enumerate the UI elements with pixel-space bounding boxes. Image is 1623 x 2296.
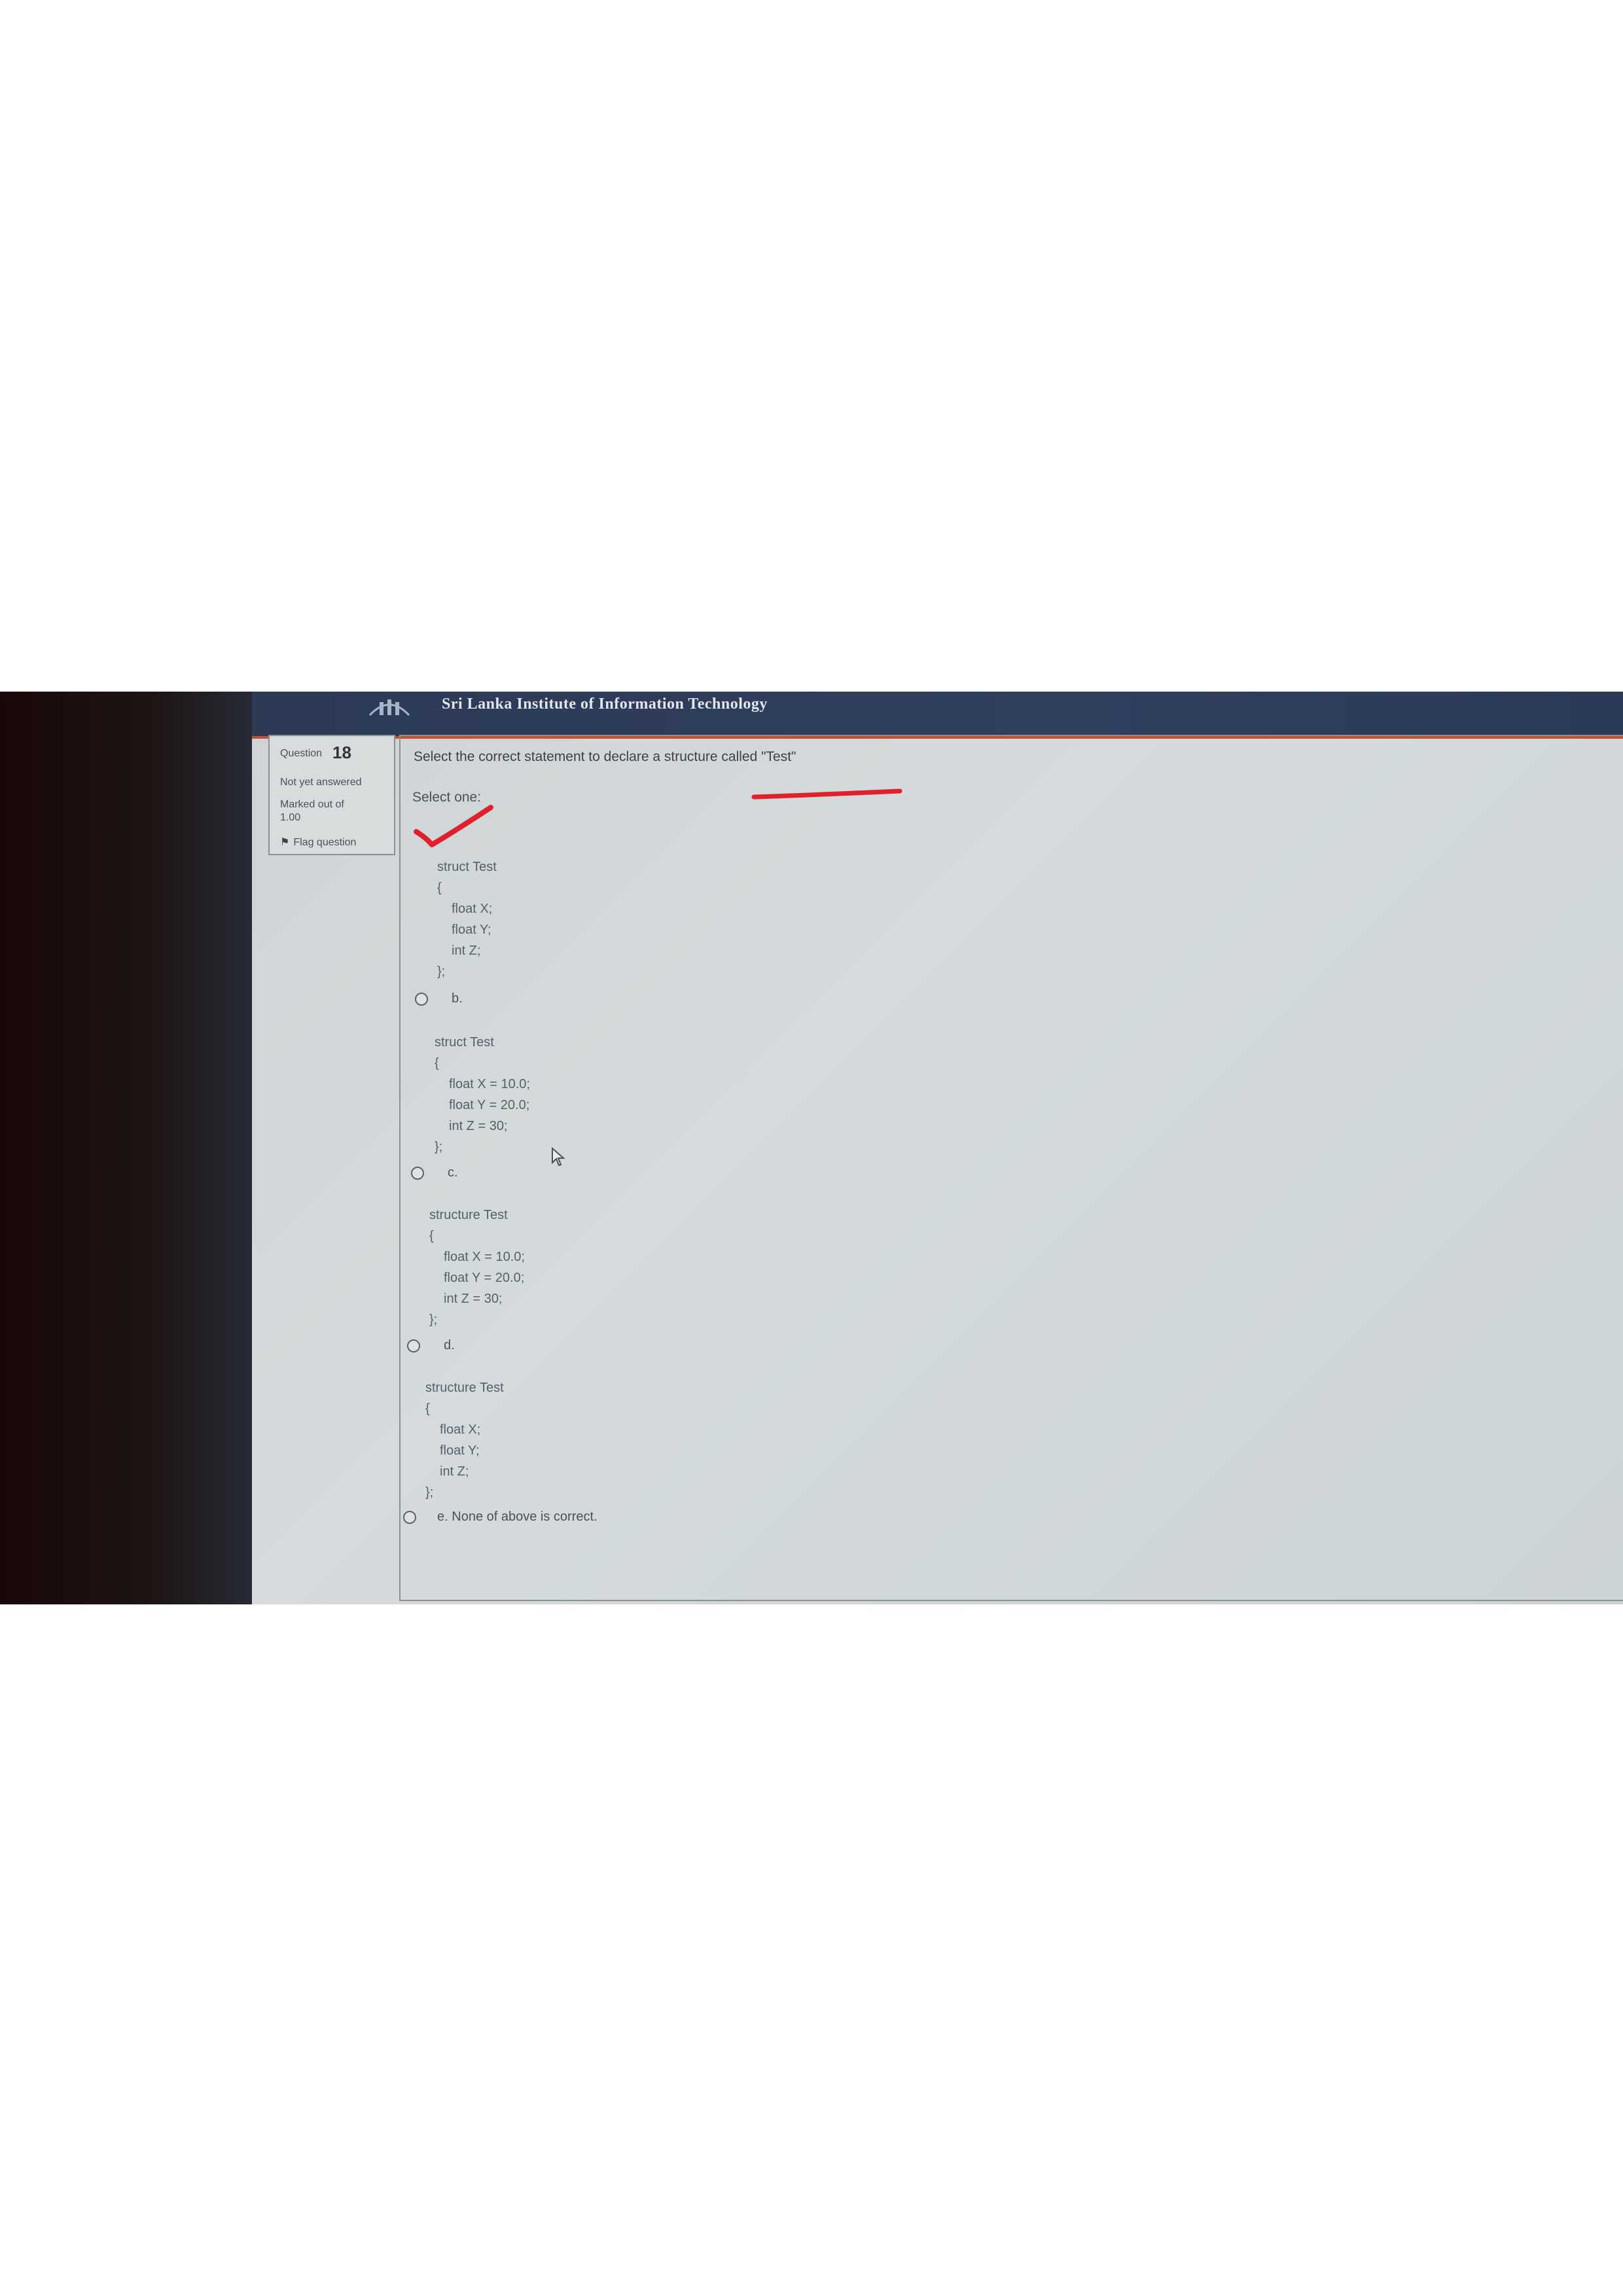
option-e-radio[interactable] (403, 1511, 416, 1524)
code-line: }; (435, 1140, 443, 1154)
photo: Sri Lanka Institute of Information Techn… (0, 692, 1623, 1604)
code-line: float Y; (440, 1443, 480, 1458)
option-b-code: struct Test { float X = 10.0; float Y = … (435, 1032, 530, 1157)
org-name: Sri Lanka Institute of Information Techn… (442, 696, 768, 713)
code-line: structure Test (429, 1208, 508, 1222)
option-d-letter: d. (444, 1338, 455, 1352)
select-one-label: Select one: (412, 790, 482, 805)
mouse-cursor-icon (552, 1147, 565, 1167)
code-line: { (429, 1229, 434, 1243)
code-line: float Y = 20.0; (444, 1271, 525, 1285)
marked-value: 1.00 (280, 812, 301, 823)
flag-question-link[interactable]: ⚑ Flag question (280, 836, 356, 849)
option-d-code: structure Test { float X; float Y; int Z… (425, 1377, 504, 1503)
question-info-panel: Question 18 Not yet answered Marked out … (268, 735, 395, 855)
flag-question-label: Flag question (293, 837, 357, 848)
flag-icon: ⚑ (280, 837, 290, 848)
option-e-text: None of above is correct. (452, 1510, 597, 1524)
question-text: Select the correct statement to declare … (414, 749, 796, 764)
code-line: { (425, 1402, 430, 1416)
code-line: { (435, 1056, 439, 1070)
code-line: }; (429, 1313, 438, 1327)
code-line: { (437, 881, 442, 895)
monitor-bezel (0, 692, 252, 1604)
code-line: }; (437, 964, 446, 979)
code-line: int Z = 30; (444, 1292, 503, 1306)
university-logo-icon (368, 699, 410, 716)
code-line: structure Test (425, 1381, 504, 1395)
code-line: }; (425, 1485, 434, 1500)
code-line: float Y = 20.0; (449, 1098, 530, 1112)
code-line: float X; (440, 1422, 481, 1437)
code-line: float X; (452, 902, 493, 916)
header-bar: Sri Lanka Institute of Information Techn… (252, 692, 1623, 739)
code-line: int Z; (452, 944, 481, 958)
question-content-panel (399, 735, 1623, 1601)
option-e-label: e. None of above is correct. (437, 1510, 597, 1525)
option-c-radio[interactable] (411, 1167, 424, 1180)
code-line: struct Test (435, 1035, 494, 1050)
option-a-code: struct Test { float X; float Y; int Z; }… (437, 857, 497, 982)
code-line: int Z = 30; (449, 1119, 508, 1133)
option-b-letter: b. (452, 991, 463, 1006)
option-b-radio[interactable] (415, 993, 428, 1006)
option-d-radio[interactable] (407, 1339, 420, 1352)
option-c-code: structure Test { float X = 10.0; float Y… (429, 1205, 525, 1330)
code-line: int Z; (440, 1464, 469, 1479)
option-c-letter: c. (448, 1165, 458, 1180)
question-number: 18 (332, 743, 351, 762)
code-line: float X = 10.0; (449, 1077, 530, 1091)
code-line: struct Test (437, 860, 497, 874)
code-line: float X = 10.0; (444, 1250, 525, 1264)
answer-state: Not yet answered (280, 777, 362, 788)
marked-label: Marked out of (280, 799, 344, 810)
question-label: Question (280, 748, 323, 759)
code-line: float Y; (452, 923, 491, 937)
option-e-letter: e. (437, 1510, 448, 1524)
